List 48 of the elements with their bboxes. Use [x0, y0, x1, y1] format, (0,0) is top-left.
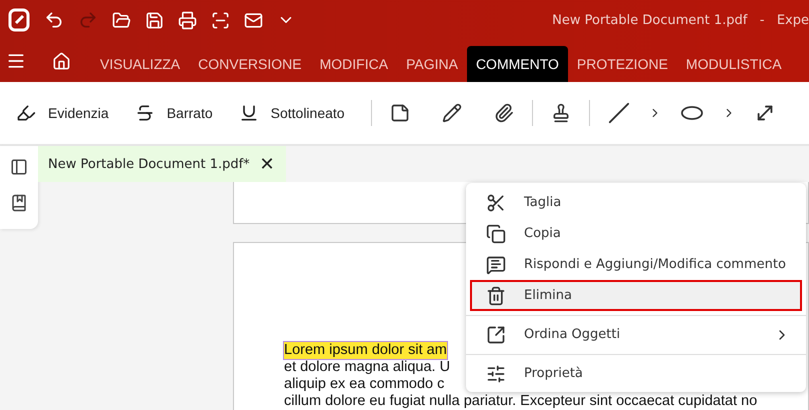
folder-button[interactable]: [112, 10, 131, 30]
print-button[interactable]: [178, 10, 197, 30]
attach-button[interactable]: [494, 103, 514, 123]
close-button[interactable]: ✕: [260, 153, 275, 175]
bookmark-icon[interactable]: [10, 194, 28, 212]
undo-button[interactable]: [44, 10, 64, 30]
ribbon-tab[interactable]: PAGINA: [397, 46, 467, 82]
trash-icon: [486, 286, 506, 306]
ribbon-tab[interactable]: VISUALIZZA: [91, 46, 190, 82]
stamp-button[interactable]: [550, 103, 571, 123]
ellipse-button[interactable]: [680, 105, 704, 121]
text-tool-button[interactable]: Barrato: [134, 103, 213, 123]
ribbon-tab[interactable]: COMMENTO: [466, 46, 568, 82]
menu-item[interactable]: Proprietà: [470, 358, 802, 389]
document-tab[interactable]: New Portable Document 1.pdf* ✕: [38, 146, 286, 182]
menu-item[interactable]: Elimina: [470, 280, 802, 311]
document-tab-label: New Portable Document 1.pdf*: [48, 156, 250, 172]
arrange-icon: [486, 324, 506, 344]
note-button[interactable]: [390, 103, 410, 123]
panel-icon[interactable]: [10, 158, 28, 176]
save-button[interactable]: [145, 10, 164, 30]
app-logo-icon: [8, 8, 30, 32]
home-button[interactable]: [52, 52, 71, 70]
page-text: et dolore magna aliqua. U: [284, 359, 450, 376]
comment-icon: [486, 254, 506, 274]
copy-icon: [486, 224, 506, 244]
ribbon-tab[interactable]: CONVERSIONE: [189, 46, 311, 82]
ribbon-tab[interactable]: MODULISTICA: [676, 46, 791, 82]
strikethrough-icon: [134, 103, 155, 123]
scissors-icon: [486, 192, 506, 212]
window-title: New Portable Document 1.pdf - Expe: [552, 12, 809, 28]
highlighter-icon: [16, 103, 36, 123]
page-text: Lorem ipsum dolor sit am: [284, 342, 447, 359]
ribbon-tab[interactable]: PROTEZIONE: [568, 46, 677, 82]
text-tool-button[interactable]: Evidenzia: [16, 103, 109, 123]
pencil-button[interactable]: [442, 103, 462, 123]
mail-button[interactable]: [244, 10, 263, 30]
underline-icon: [238, 103, 259, 123]
sliders-icon: [486, 364, 506, 384]
menu-item[interactable]: Ordina Oggetti: [470, 319, 802, 350]
menu-item[interactable]: Taglia: [470, 187, 802, 218]
page-text: cillum dolore eu fugiat nulla pariatur. Excepteur sint occaecat cupidatat no: [284, 393, 758, 410]
menu-item[interactable]: Rispondi e Aggiungi/Modifica commento: [470, 249, 802, 280]
ribbon-tab[interactable]: MODIFICA: [310, 46, 398, 82]
line-button[interactable]: [608, 102, 630, 124]
page-text: aliquip ex ea commodo c: [284, 376, 444, 393]
text-tool-button[interactable]: Sottolineato: [238, 103, 345, 123]
menu-item[interactable]: Copia: [470, 218, 802, 249]
